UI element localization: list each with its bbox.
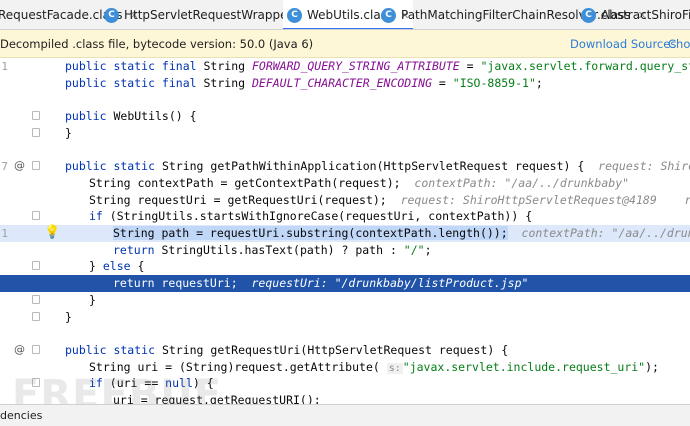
code-text: public static final String DEFAULT_CHARA… (65, 76, 543, 90)
keyword: else (102, 259, 131, 274)
code-text: } (65, 125, 72, 140)
keyword: public static (65, 342, 156, 357)
code-text: String path = requestUri.substring(conte… (113, 226, 690, 240)
current-line: 1 💡 String path = requestUri.substring(c… (0, 225, 690, 242)
code-text: } (65, 309, 72, 324)
code-fragment: StringUtils.hasText(path) ? path : (154, 242, 404, 257)
tab-label: AbstractShiroFilter.cla (601, 8, 690, 22)
line-number: 1 (1, 227, 8, 240)
code-fragment: String getRequestUri(HttpServletRequest … (155, 342, 509, 357)
code-text: String requestUri = getRequestUri(reques… (89, 193, 690, 207)
type: String (203, 75, 246, 90)
code-line: 7 @ public static String getPathWithinAp… (0, 158, 690, 175)
code-fragment: (StringUtils.startsWithIgnoreCase(reques… (102, 209, 533, 224)
fold-icon[interactable] (32, 311, 40, 321)
code-text: return StringUtils.hasText(path) ? path … (113, 243, 432, 257)
punct: ; (424, 242, 432, 257)
fold-icon[interactable] (32, 294, 40, 304)
choose-sources-link[interactable]: Choo (668, 37, 690, 51)
code-line: String requestUri = getRequestUri(reques… (0, 192, 690, 209)
code-fragment: String requestUri = getRequestUri(reques… (89, 192, 387, 207)
operator: = (459, 59, 481, 73)
keyword: public (65, 109, 107, 124)
decompiled-banner: Decompiled .class file, bytecode version… (0, 30, 690, 58)
constant: FORWARD_QUERY_STRING_ATTRIBUTE (251, 59, 460, 73)
keyword: public static final (65, 75, 197, 90)
keyword: return (113, 276, 155, 291)
code-text: public static String getRequestUri(HttpS… (65, 343, 508, 357)
fold-icon[interactable] (32, 211, 40, 221)
code-text: String contextPath = getContextPath(requ… (89, 176, 629, 190)
debug-inline-value: requestUri: "/drunkbaby/listProduct.jsp" (251, 276, 529, 291)
code-text: public static String getPathWithinApplic… (65, 159, 690, 173)
banner-message: Decompiled .class file, bytecode version… (0, 37, 314, 51)
fold-icon[interactable] (32, 161, 40, 171)
code-text: } else { (89, 259, 144, 273)
code-fragment: String getPathWithinApplication(HttpServ… (155, 159, 585, 174)
code-line: public static final String DEFAULT_CHARA… (0, 75, 690, 92)
code-line: @ public static String getRequestUri(Htt… (0, 342, 690, 359)
at-annotation-icon[interactable]: @ (14, 343, 25, 356)
code-text: return requestUri; requestUri: "/drunkba… (113, 276, 528, 290)
fold-icon[interactable] (32, 111, 40, 121)
line-number: 7 (1, 160, 8, 174)
string-literal: "ISO-8859-1" (452, 75, 536, 90)
code-fragment: requestUri; (154, 276, 238, 291)
at-annotation-icon[interactable]: @ (14, 159, 25, 172)
code-fragment: } (89, 259, 103, 274)
code-line: } (0, 292, 690, 309)
operator: = (432, 75, 453, 90)
class-file-icon: C (381, 7, 396, 23)
string-literal: "javax.servlet.forward.query_string" (480, 59, 690, 73)
class-file-icon: C (287, 7, 302, 23)
code-line: return StringUtils.hasText(path) ? path … (0, 242, 690, 259)
editor-tab-bar: RequestFacade.class ✕ C HttpServletReque… (0, 0, 690, 30)
bottom-tool-strip: dencies (0, 404, 690, 426)
code-line: } else { (0, 258, 690, 275)
code-editor[interactable]: 1 public static final String FORWARD_QUE… (0, 58, 690, 404)
code-line: if (StringUtils.startsWithIgnoreCase(req… (0, 208, 690, 225)
code-line: 1 public static final String FORWARD_QUE… (0, 58, 690, 75)
dependencies-tab[interactable]: dencies (0, 409, 42, 422)
code-line: String contextPath = getContextPath(requ… (0, 175, 690, 192)
fold-icon[interactable] (32, 261, 40, 271)
parameter-hint: s: (386, 362, 403, 374)
code-fragment: WebUtils() { (106, 109, 197, 124)
debug-inline-value: request: ShiroHttpServletRe (598, 159, 690, 174)
code-fragment: { (130, 259, 145, 274)
download-sources-link[interactable]: Download Sources (570, 37, 676, 51)
code-text: public WebUtils() { (65, 109, 197, 123)
keyword: return (113, 242, 155, 257)
string-literal: "javax.servlet.include.request_uri" (402, 359, 646, 374)
keyword: public static final (65, 59, 197, 73)
keyword: if (89, 209, 103, 224)
tab-abstract-shiro-filter[interactable]: C AbstractShiroFilter.cla (581, 0, 690, 29)
selected-code: String path = requestUri.substring(conte… (113, 226, 508, 240)
constant: DEFAULT_CHARACTER_ENCODING (251, 75, 432, 90)
debug-inline-value: request: ShiroHttpServletRequest@4189 re… (400, 192, 690, 207)
code-text: } (89, 292, 96, 307)
line-number: 1 (1, 60, 8, 73)
type: String (203, 59, 246, 73)
code-fragment: String contextPath = getContextPath(requ… (89, 175, 401, 190)
string-literal: "/" (403, 242, 425, 257)
punct: ); (645, 359, 659, 374)
lightbulb-icon[interactable]: 💡 (44, 225, 60, 240)
punct: ; (535, 75, 543, 90)
code-line: public WebUtils() { (0, 108, 690, 125)
code-text: if (StringUtils.startsWithIgnoreCase(req… (89, 209, 532, 223)
fold-icon[interactable] (32, 127, 40, 137)
code-line: } (0, 309, 690, 326)
debug-inline-value: contextPath: "/aa/../drunkbaby" (414, 175, 630, 190)
class-file-icon: C (581, 7, 596, 23)
code-text: public static final String FORWARD_QUERY… (65, 59, 690, 73)
fold-icon[interactable] (32, 344, 40, 354)
debug-inline-value: contextPath: "/aa/../drunkbaby" (521, 226, 690, 240)
execution-point-line: return requestUri; requestUri: "/drunkba… (0, 275, 690, 292)
keyword: public static (65, 159, 156, 174)
class-file-icon: C (104, 7, 119, 23)
code-line: } (0, 125, 690, 142)
